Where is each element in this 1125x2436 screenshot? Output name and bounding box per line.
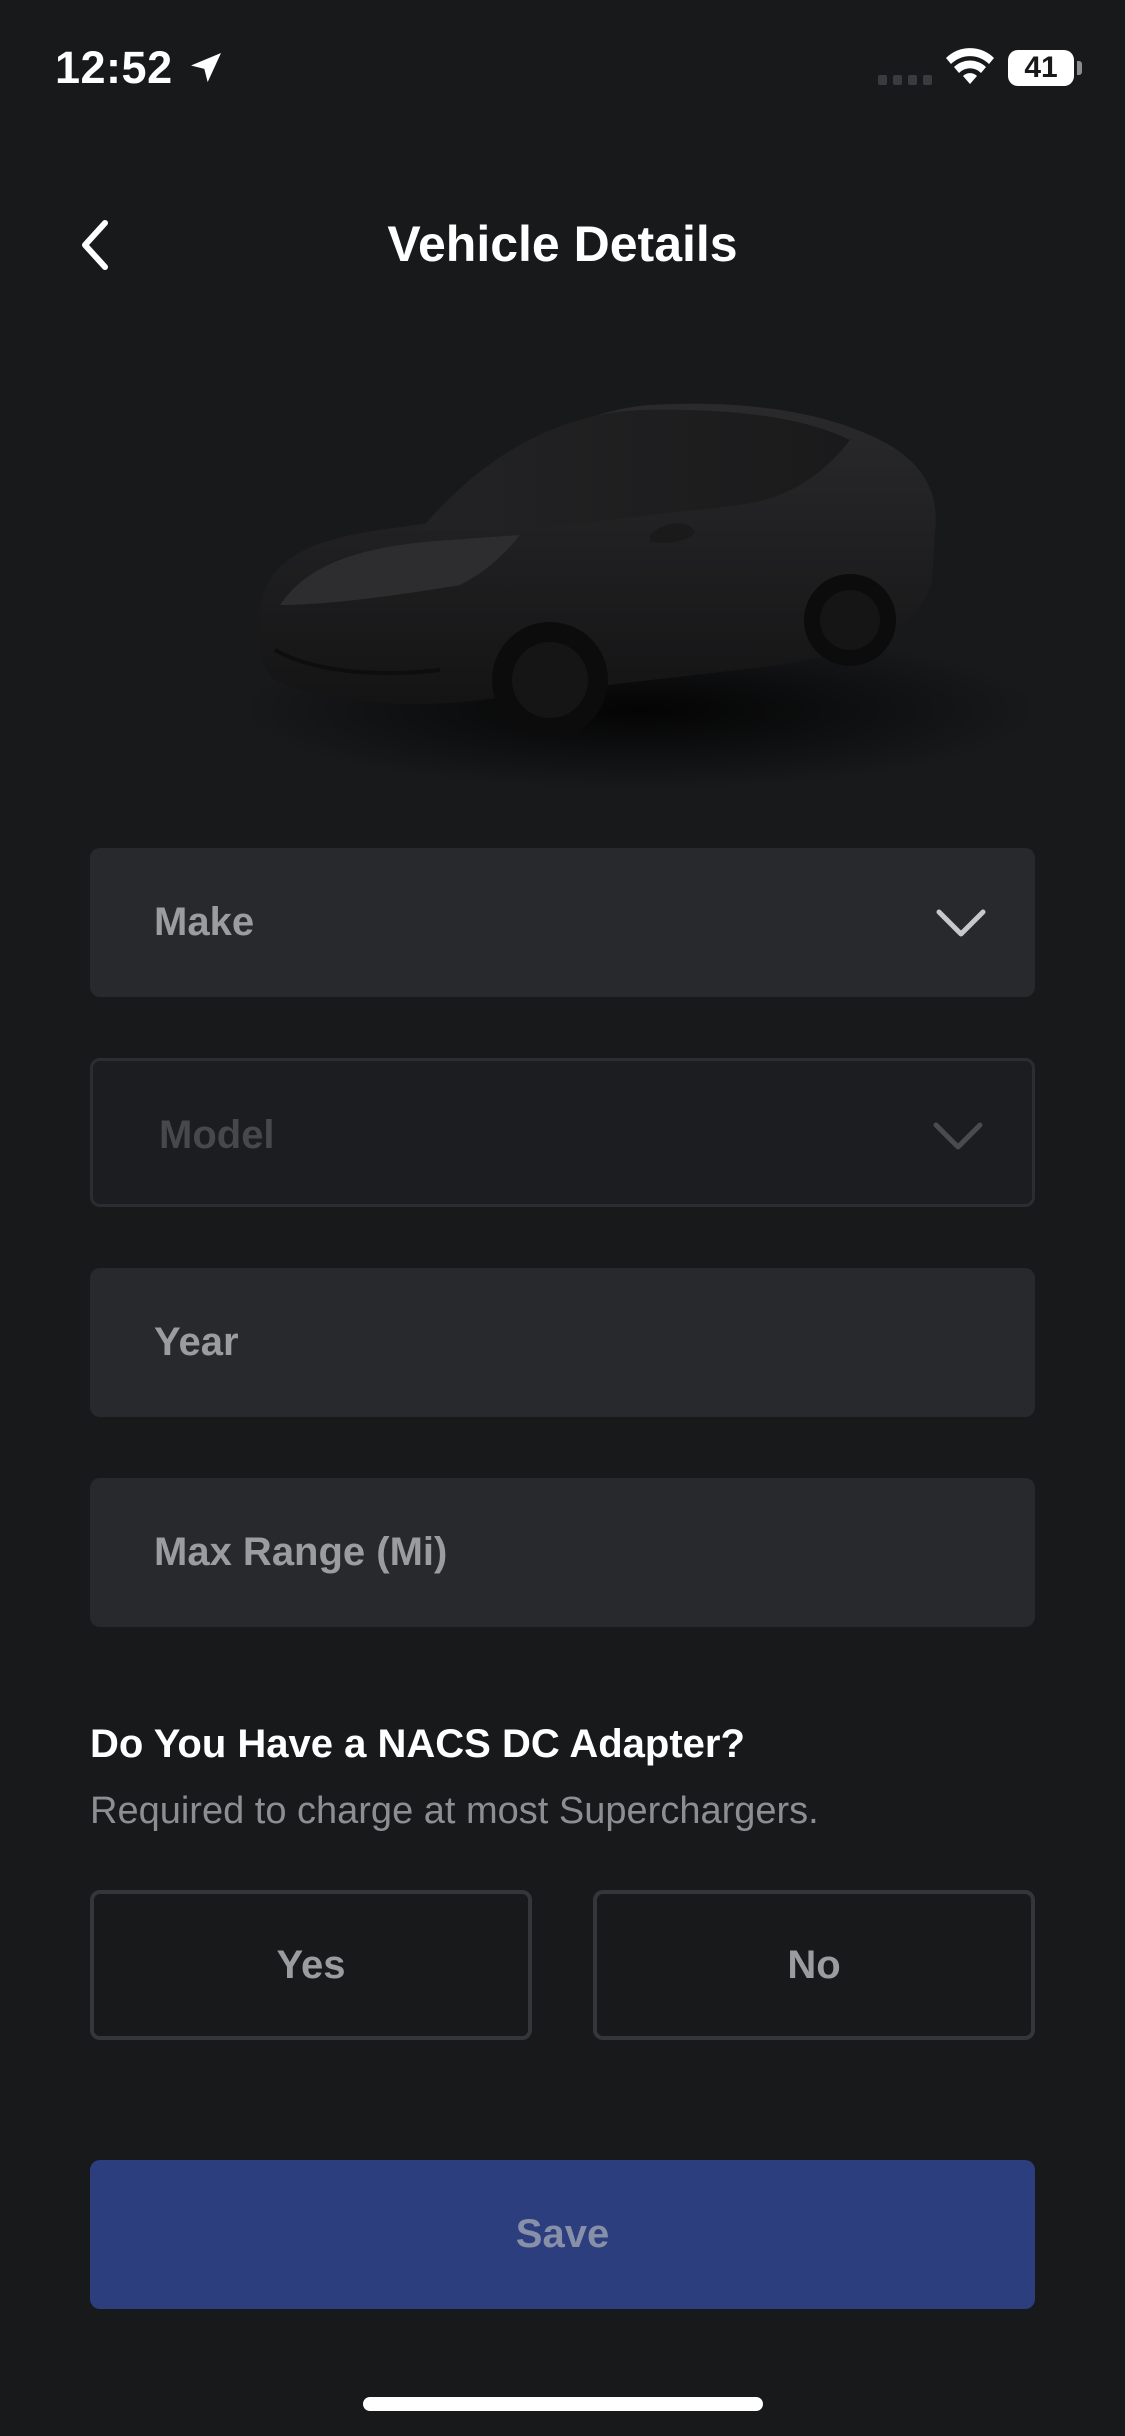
make-placeholder: Make: [154, 900, 255, 944]
year-field[interactable]: Year: [90, 1268, 1035, 1417]
chevron-down-icon: [936, 909, 986, 937]
model-placeholder: Model: [159, 1113, 275, 1157]
wifi-icon: [946, 48, 994, 84]
location-arrow-icon: [191, 53, 221, 83]
year-placeholder: Year: [154, 1320, 239, 1364]
battery-percentage: 41: [1024, 51, 1058, 84]
status-bar: 12:52 41: [0, 0, 1125, 140]
chevron-down-icon: [933, 1122, 983, 1150]
status-time: 12:52: [55, 42, 173, 93]
cellular-signal-icon: [878, 75, 932, 85]
no-button[interactable]: No: [593, 1890, 1035, 2040]
battery-icon: 41: [1008, 50, 1074, 86]
nacs-question: Do You Have a NACS DC Adapter?: [90, 1722, 745, 1766]
max-range-field[interactable]: Max Range (Mi): [90, 1478, 1035, 1627]
nacs-subtitle: Required to charge at most Superchargers…: [90, 1790, 819, 1832]
page-title: Vehicle Details: [387, 216, 738, 272]
max-range-placeholder: Max Range (Mi): [154, 1530, 448, 1574]
model-dropdown[interactable]: Model: [90, 1058, 1035, 1207]
make-dropdown[interactable]: Make: [90, 848, 1035, 997]
home-indicator: [363, 2397, 763, 2411]
vehicle-image: [240, 403, 1040, 790]
battery-tip: [1077, 61, 1082, 75]
save-button[interactable]: Save: [90, 2160, 1035, 2309]
yes-button[interactable]: Yes: [90, 1890, 532, 2040]
